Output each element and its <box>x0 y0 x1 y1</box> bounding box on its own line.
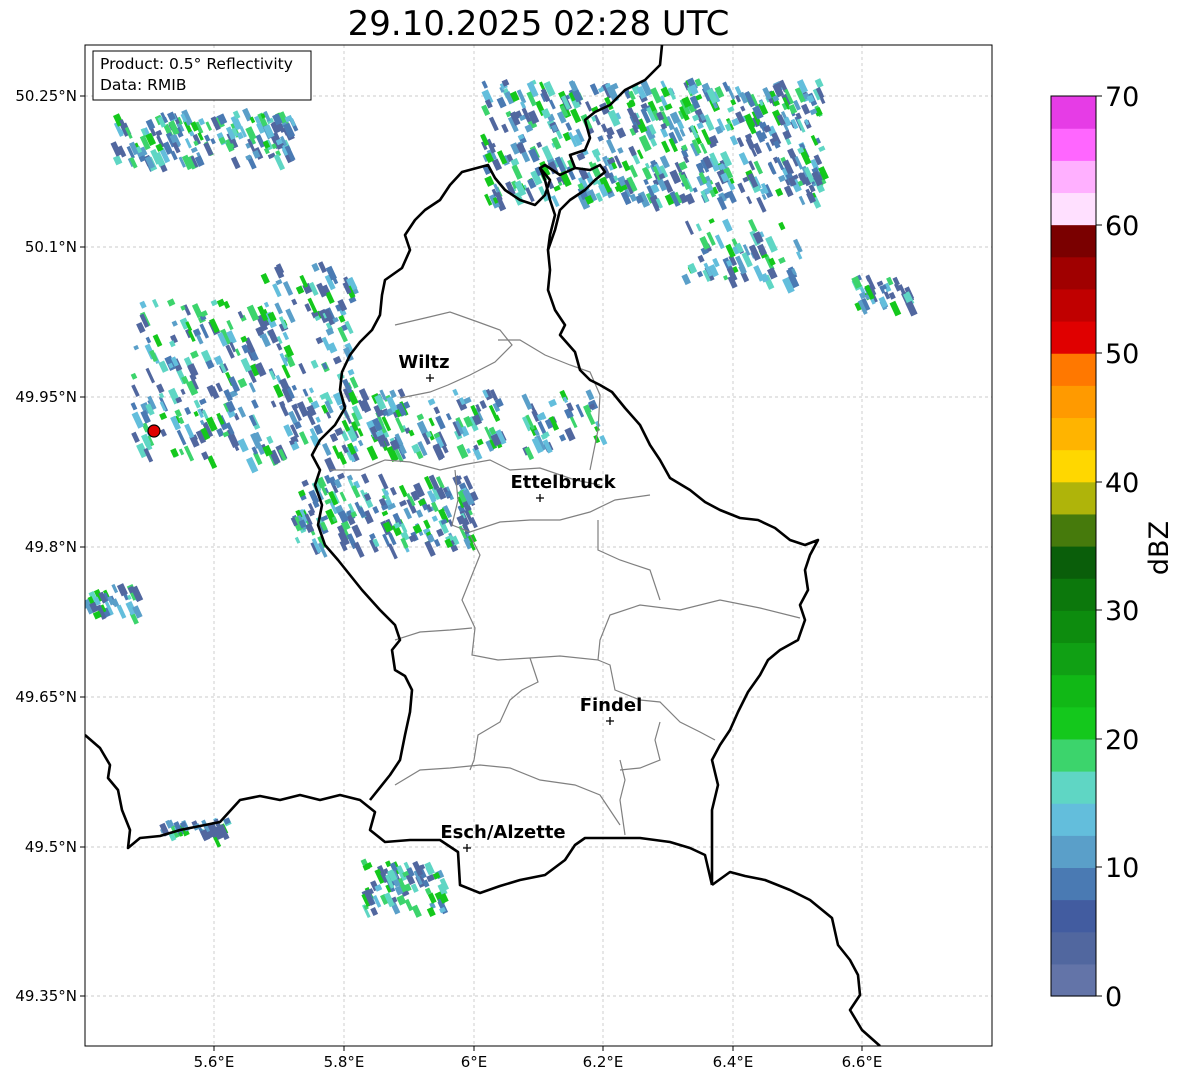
info-product: Product: 0.5° Reflectivity <box>100 55 293 73</box>
lon-tick-label: 5.6°E <box>194 1053 235 1071</box>
city-label-esch-alzette: Esch/Alzette <box>440 822 565 843</box>
info-data-source: Data: RMIB <box>100 76 187 94</box>
colorbar-swatch <box>1051 835 1096 869</box>
colorbar-swatch <box>1051 771 1096 804</box>
colorbar-tick-label: 70 <box>1105 82 1139 113</box>
map-area[interactable] <box>85 45 992 1046</box>
colorbar-swatch <box>1051 738 1096 772</box>
colorbar-swatch <box>1051 481 1096 515</box>
lat-tick-label: 50.25°N <box>15 87 77 105</box>
lon-tick-label: 6°E <box>461 1053 488 1071</box>
colorbar-swatch <box>1051 610 1096 644</box>
colorbar-swatch <box>1051 321 1096 354</box>
colorbar-swatch <box>1051 674 1096 708</box>
colorbar-swatch <box>1051 513 1096 547</box>
colorbar-tick-label: 0 <box>1105 982 1122 1013</box>
lat-tick-label: 49.5°N <box>25 838 77 856</box>
colorbar-swatch <box>1051 353 1096 386</box>
colorbar-swatch <box>1051 578 1096 611</box>
colorbar-swatch <box>1051 899 1096 933</box>
colorbar-swatch <box>1051 867 1096 901</box>
lat-tick-label: 49.65°N <box>15 688 77 706</box>
lon-tick-label: 6.2°E <box>583 1053 624 1071</box>
longitude-axis: 5.6°E 5.8°E 6°E 6.2°E 6.4°E 6.6°E <box>194 1046 883 1071</box>
colorbar-swatch <box>1051 385 1096 419</box>
colorbar-swatch <box>1051 546 1096 579</box>
info-box: Product: 0.5° Reflectivity Data: RMIB <box>92 50 312 101</box>
colorbar-tick-label: 20 <box>1105 725 1139 756</box>
colorbar-swatch <box>1051 931 1096 965</box>
lat-tick-label: 49.95°N <box>15 388 77 406</box>
colorbar: 0 10 20 30 40 50 60 70 dBZ <box>1050 82 1175 1013</box>
colorbar-swatch <box>1051 128 1096 161</box>
colorbar-swatch <box>1051 224 1096 258</box>
lat-tick-label: 49.8°N <box>25 538 77 556</box>
colorbar-swatch <box>1051 706 1096 740</box>
colorbar-swatch <box>1051 449 1096 483</box>
lon-tick-label: 6.6°E <box>842 1053 883 1071</box>
colorbar-tick-label: 40 <box>1105 468 1139 499</box>
colorbar-swatch <box>1051 160 1096 194</box>
colorbar-tick-label: 50 <box>1105 339 1139 370</box>
colorbar-swatch <box>1051 256 1096 290</box>
colorbar-swatches <box>1051 96 1096 997</box>
colorbar-tick-label: 60 <box>1105 211 1139 242</box>
colorbar-swatch <box>1051 803 1096 836</box>
colorbar-swatch <box>1051 192 1096 226</box>
colorbar-swatch <box>1051 963 1096 997</box>
lon-tick-label: 5.8°E <box>324 1053 365 1071</box>
colorbar-swatch <box>1051 96 1096 129</box>
latitude-axis: 50.25°N 50.1°N 49.95°N 49.8°N 49.65°N 49… <box>15 87 85 1005</box>
colorbar-label: dBZ <box>1144 521 1175 575</box>
city-label-findel: Findel <box>580 695 643 716</box>
lon-tick-label: 6.4°E <box>713 1053 754 1071</box>
lat-tick-label: 50.1°N <box>25 238 77 256</box>
radar-map-figure: Wiltz Ettelbruck Findel Esch/Alzette Pro… <box>15 44 1175 1071</box>
lat-tick-label: 49.35°N <box>15 987 77 1005</box>
radar-site-marker[interactable] <box>147 424 161 438</box>
colorbar-swatch <box>1051 417 1096 451</box>
colorbar-swatch <box>1051 642 1096 676</box>
city-label-ettelbruck: Ettelbruck <box>510 472 616 493</box>
colorbar-tick-label: 10 <box>1105 853 1139 884</box>
colorbar-tick-label: 30 <box>1105 596 1139 627</box>
city-label-wiltz: Wiltz <box>398 352 449 373</box>
colorbar-swatch <box>1051 288 1096 322</box>
